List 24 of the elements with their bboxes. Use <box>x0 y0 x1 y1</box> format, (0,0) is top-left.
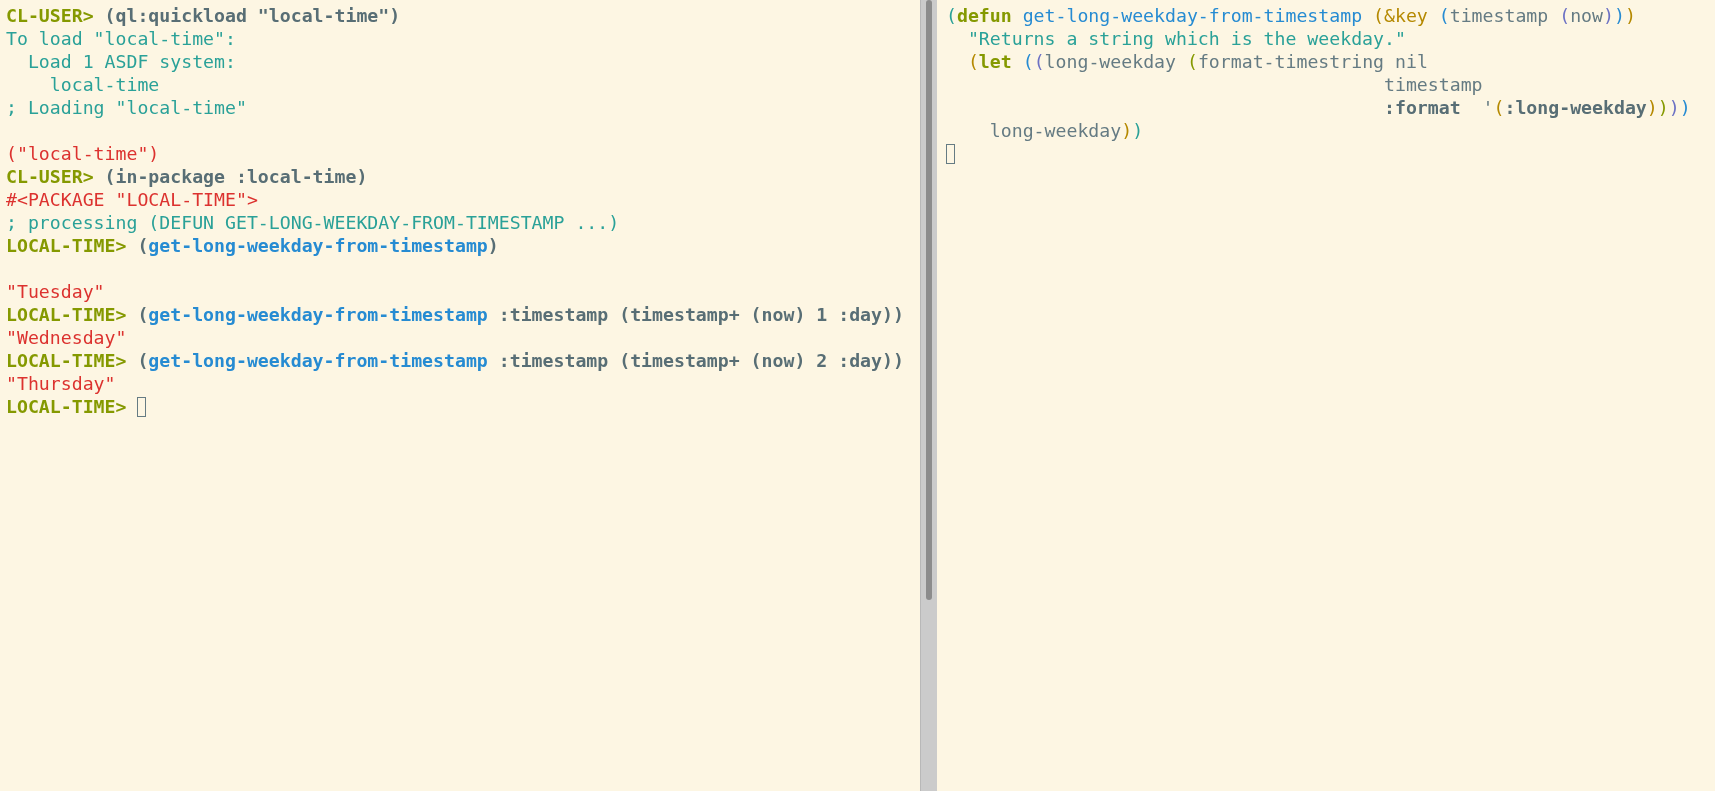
code-line: (defun get-long-weekday-from-timestamp (&key (timestamp (now))) <box>946 4 1636 27</box>
code-line: (let ((long-weekday (format-timestring nil <box>966 50 1428 73</box>
code-line: :format '(:long-weekday)))) <box>1383 96 1691 119</box>
code-line: timestamp <box>1383 73 1483 96</box>
scrollbar[interactable] <box>920 0 937 791</box>
code-line: #<PACKAGE "LOCAL-TIME"> <box>6 188 258 211</box>
code-line: LOCAL-TIME> (get-long-weekday-from-timestamp :timestamp (timestamp+ (now) 1 :day)) <box>6 303 904 326</box>
code-line: "Returns a string which is the weekday." <box>966 27 1406 50</box>
code-line: LOCAL-TIME> (get-long-weekday-from-timestamp :timestamp (timestamp+ (now) 2 :day)) <box>6 349 904 372</box>
scrollbar-thumb[interactable] <box>926 0 932 600</box>
code-line: LOCAL-TIME> (get-long-weekday-from-timestamp) <box>6 234 499 257</box>
code-line: "Thursday" <box>6 372 116 395</box>
code-line: "Tuesday" <box>6 280 105 303</box>
code-line: To load "local-time": <box>6 27 236 50</box>
code-line: ; processing (DEFUN GET-LONG-WEEKDAY-FROM-TIMESTAMP ...) <box>6 211 620 234</box>
code-line: LOCAL-TIME> <box>6 395 128 418</box>
code-line: long-weekday)) <box>988 119 1144 142</box>
code-line: local-time <box>48 73 160 96</box>
code-line: Load 1 ASDF system: <box>26 50 236 73</box>
code-line: CL-USER> (in-package :local-time) <box>6 165 368 188</box>
code-line: "Wednesday" <box>6 326 127 349</box>
code-line: ; Loading "local-time" <box>6 96 247 119</box>
code-line: ("local-time") <box>6 142 160 165</box>
code-line: CL-USER> (ql:quickload "local-time") <box>6 4 401 27</box>
